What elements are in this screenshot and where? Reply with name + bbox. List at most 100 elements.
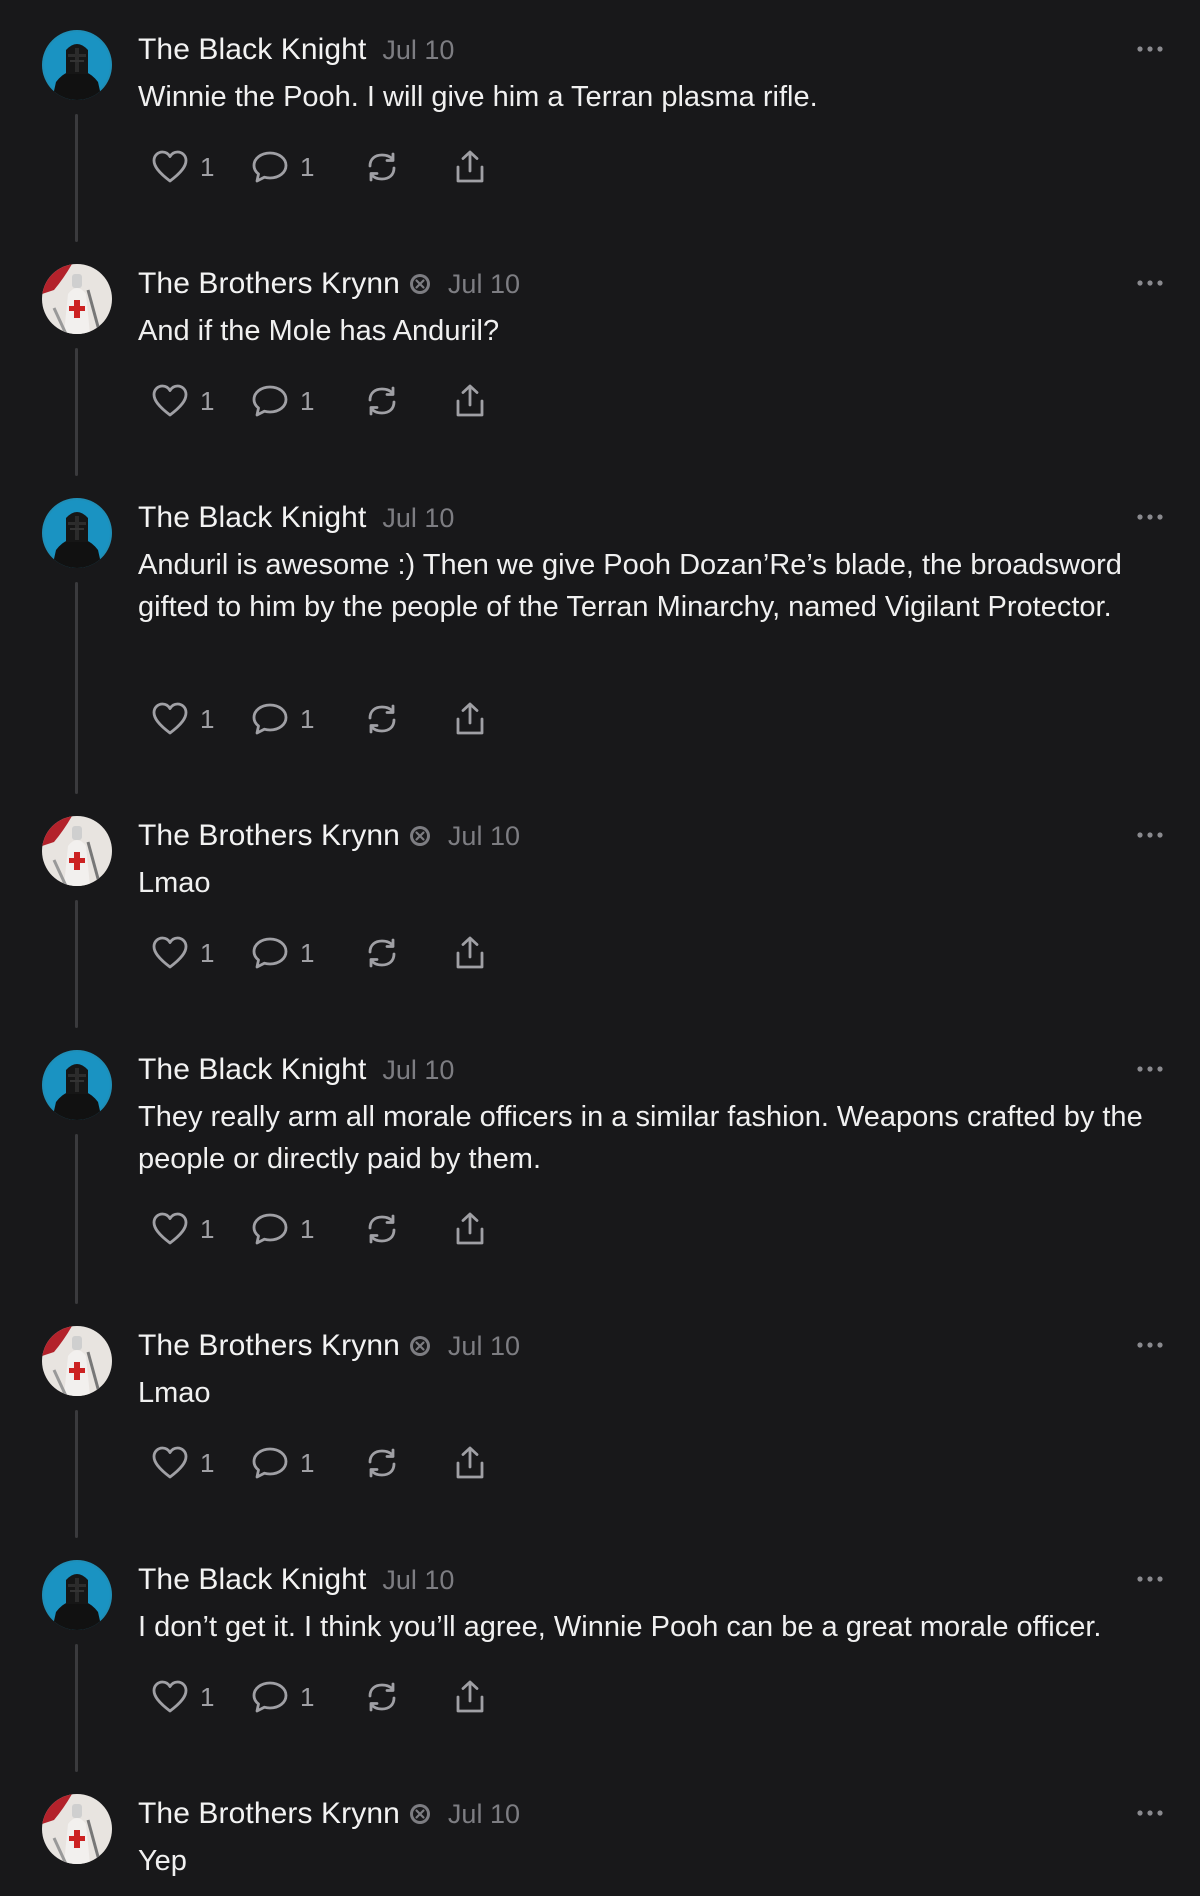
avatar[interactable]	[42, 30, 112, 100]
post-header: The Black Knight Jul 10	[138, 30, 454, 70]
heart-icon	[152, 384, 188, 417]
more-options-icon[interactable]	[1130, 1056, 1170, 1082]
more-options-icon[interactable]	[1130, 36, 1170, 62]
post-text: Lmao	[138, 1377, 211, 1409]
author-name[interactable]: The Black Knight	[138, 501, 366, 535]
share-button[interactable]	[450, 1675, 490, 1719]
post[interactable]: The Black Knight Jul 10 They really arm …	[0, 1020, 1200, 1304]
post[interactable]: The Brothers Krynn Jul 10 Yep	[0, 1764, 1200, 1896]
like-count: 1	[200, 703, 215, 734]
repost-icon	[368, 1448, 396, 1478]
thread-line	[75, 900, 78, 1028]
more-options-icon[interactable]	[1130, 1332, 1170, 1358]
post-header: The Black Knight Jul 10	[138, 1050, 454, 1090]
more-options-icon[interactable]	[1130, 822, 1170, 848]
share-button[interactable]	[450, 1207, 490, 1251]
reply-count: 1	[300, 151, 315, 182]
reply-button[interactable]: 1	[250, 1207, 362, 1251]
author-name[interactable]: The Brothers Krynn	[138, 819, 400, 853]
repost-icon	[368, 1682, 396, 1712]
like-button[interactable]: 1	[150, 1675, 250, 1719]
comment-icon	[252, 1447, 288, 1479]
author-name[interactable]: The Black Knight	[138, 1053, 366, 1087]
post-date[interactable]: Jul 10	[448, 1331, 520, 1362]
verified-badge-icon	[408, 1802, 432, 1826]
share-button[interactable]	[450, 145, 490, 189]
avatar[interactable]	[42, 816, 112, 886]
heart-icon	[152, 1446, 188, 1479]
share-button[interactable]	[450, 931, 490, 975]
post-text: Yep	[138, 1845, 187, 1877]
repost-button[interactable]	[362, 1207, 450, 1251]
heart-icon	[152, 1212, 188, 1245]
post[interactable]: The Brothers Krynn Jul 10 Lmao 1 1	[0, 786, 1200, 1028]
author-name[interactable]: The Black Knight	[138, 33, 366, 67]
reply-count: 1	[300, 1681, 315, 1712]
avatar[interactable]	[42, 1794, 112, 1864]
post-date[interactable]: Jul 10	[382, 1565, 454, 1596]
verified-badge-icon	[408, 824, 432, 848]
more-options-icon[interactable]	[1130, 1566, 1170, 1592]
repost-button[interactable]	[362, 379, 450, 423]
comment-icon	[252, 151, 288, 183]
repost-button[interactable]	[362, 931, 450, 975]
post[interactable]: The Brothers Krynn Jul 10 Lmao 1 1	[0, 1296, 1200, 1538]
post-date[interactable]: Jul 10	[448, 821, 520, 852]
author-name[interactable]: The Brothers Krynn	[138, 267, 400, 301]
reply-count: 1	[300, 1213, 315, 1244]
repost-button[interactable]	[362, 1675, 450, 1719]
post-actions: 1 1	[150, 1207, 490, 1251]
like-button[interactable]: 1	[150, 379, 250, 423]
reply-button[interactable]: 1	[250, 1675, 362, 1719]
repost-button[interactable]	[362, 697, 450, 741]
share-button[interactable]	[450, 379, 490, 423]
heart-icon	[152, 150, 188, 183]
post-date[interactable]: Jul 10	[382, 1055, 454, 1086]
comment-icon	[252, 385, 288, 417]
post[interactable]: The Black Knight Jul 10 Anduril is aweso…	[0, 468, 1200, 794]
author-name[interactable]: The Brothers Krynn	[138, 1797, 400, 1831]
reply-button[interactable]: 1	[250, 379, 362, 423]
post-date[interactable]: Jul 10	[382, 503, 454, 534]
avatar[interactable]	[42, 1326, 112, 1396]
repost-icon	[368, 152, 396, 182]
post-date[interactable]: Jul 10	[448, 1799, 520, 1830]
like-button[interactable]: 1	[150, 931, 250, 975]
thread-line	[75, 582, 78, 794]
share-icon	[456, 384, 484, 417]
repost-button[interactable]	[362, 1441, 450, 1485]
more-options-icon[interactable]	[1130, 504, 1170, 530]
like-count: 1	[200, 1213, 215, 1244]
share-button[interactable]	[450, 1441, 490, 1485]
post-actions: 1 1	[150, 1675, 490, 1719]
more-options-icon[interactable]	[1130, 270, 1170, 296]
post[interactable]: The Brothers Krynn Jul 10 And if the Mol…	[0, 234, 1200, 476]
like-button[interactable]: 1	[150, 697, 250, 741]
like-button[interactable]: 1	[150, 1441, 250, 1485]
reply-button[interactable]: 1	[250, 145, 362, 189]
reply-button[interactable]: 1	[250, 1441, 362, 1485]
post-actions: 1 1	[150, 697, 490, 741]
like-button[interactable]: 1	[150, 1207, 250, 1251]
author-name[interactable]: The Black Knight	[138, 1563, 366, 1597]
reply-count: 1	[300, 703, 315, 734]
avatar[interactable]	[42, 498, 112, 568]
post-date[interactable]: Jul 10	[382, 35, 454, 66]
post-text: Lmao	[138, 867, 211, 899]
avatar[interactable]	[42, 1560, 112, 1630]
post[interactable]: The Black Knight Jul 10 Winnie the Pooh.…	[0, 0, 1200, 242]
author-name[interactable]: The Brothers Krynn	[138, 1329, 400, 1363]
post[interactable]: The Black Knight Jul 10 I don’t get it. …	[0, 1530, 1200, 1772]
thread-line	[75, 348, 78, 476]
avatar[interactable]	[42, 264, 112, 334]
more-options-icon[interactable]	[1130, 1800, 1170, 1826]
reply-button[interactable]: 1	[250, 931, 362, 975]
like-count: 1	[200, 1447, 215, 1478]
repost-button[interactable]	[362, 145, 450, 189]
reply-button[interactable]: 1	[250, 697, 362, 741]
heart-icon	[152, 936, 188, 969]
like-button[interactable]: 1	[150, 145, 250, 189]
share-button[interactable]	[450, 697, 490, 741]
avatar[interactable]	[42, 1050, 112, 1120]
post-date[interactable]: Jul 10	[448, 269, 520, 300]
